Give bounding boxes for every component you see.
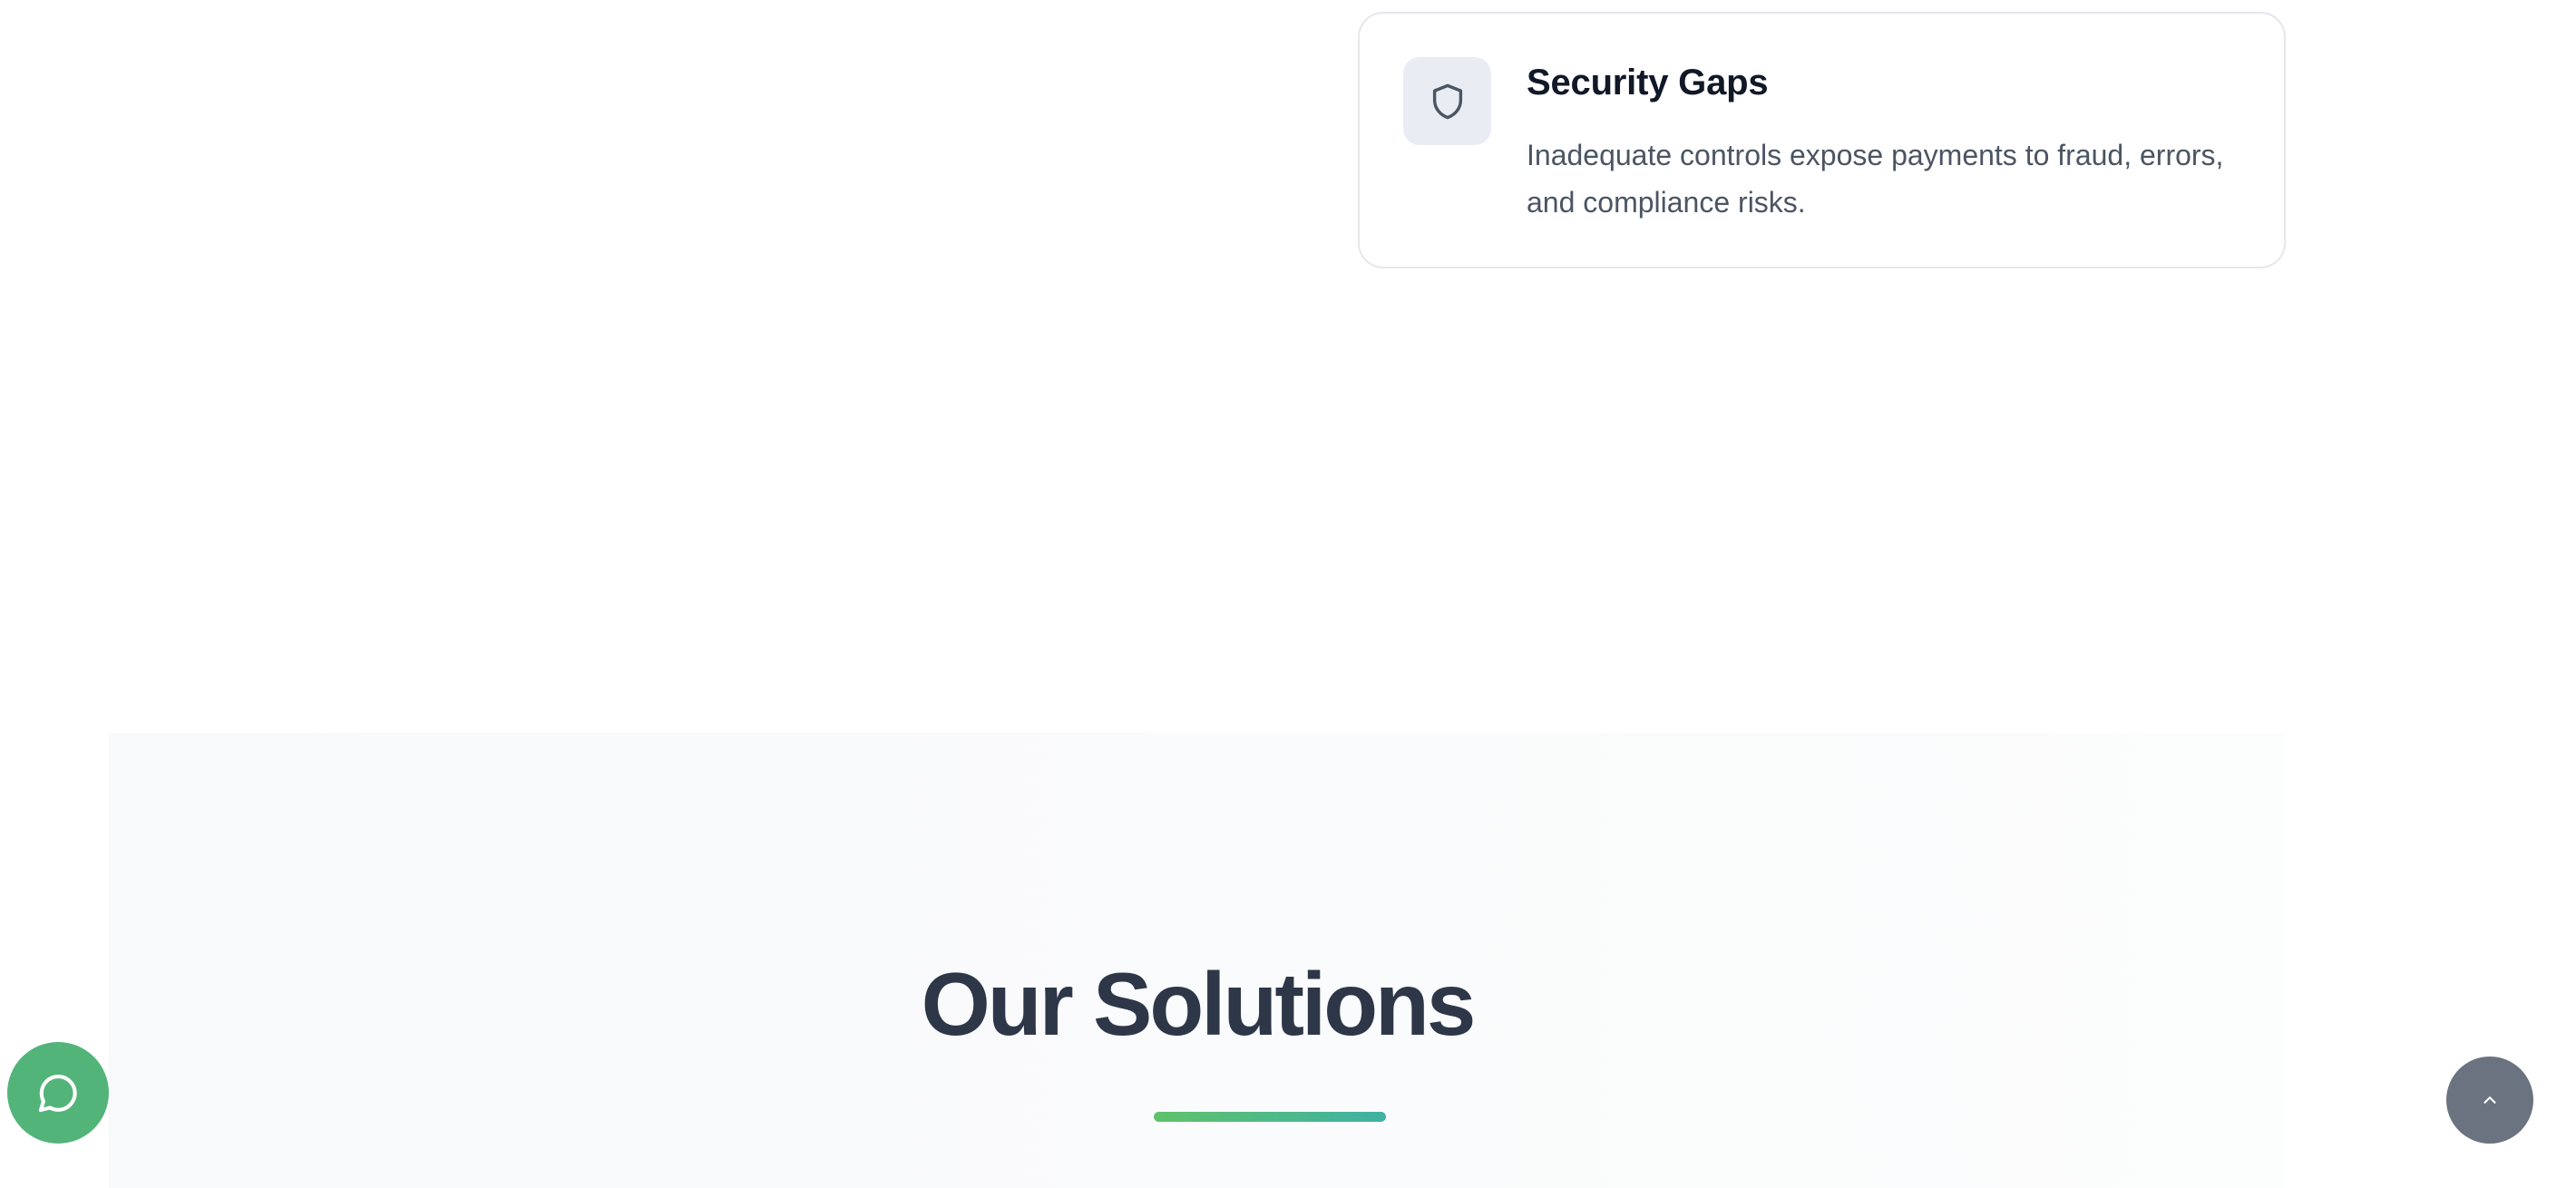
feature-card-security-gaps: Security Gaps Inadequate controls expose… (1358, 12, 2286, 268)
chevron-up-icon (2483, 1096, 2496, 1104)
chat-button[interactable] (7, 1042, 109, 1144)
feature-icon-tile (1403, 57, 1491, 145)
scroll-to-top-button[interactable] (2446, 1057, 2533, 1144)
solutions-section: Our Solutions (109, 733, 2286, 1188)
heading-underline (1154, 1112, 1386, 1122)
feature-description: Inadequate controls expose payments to f… (1527, 139, 2224, 219)
shield-icon (1432, 83, 1462, 119)
chat-bubble-icon (38, 1074, 77, 1113)
feature-title: Security Gaps (1527, 63, 1769, 102)
section-heading: Our Solutions (921, 954, 1477, 1054)
